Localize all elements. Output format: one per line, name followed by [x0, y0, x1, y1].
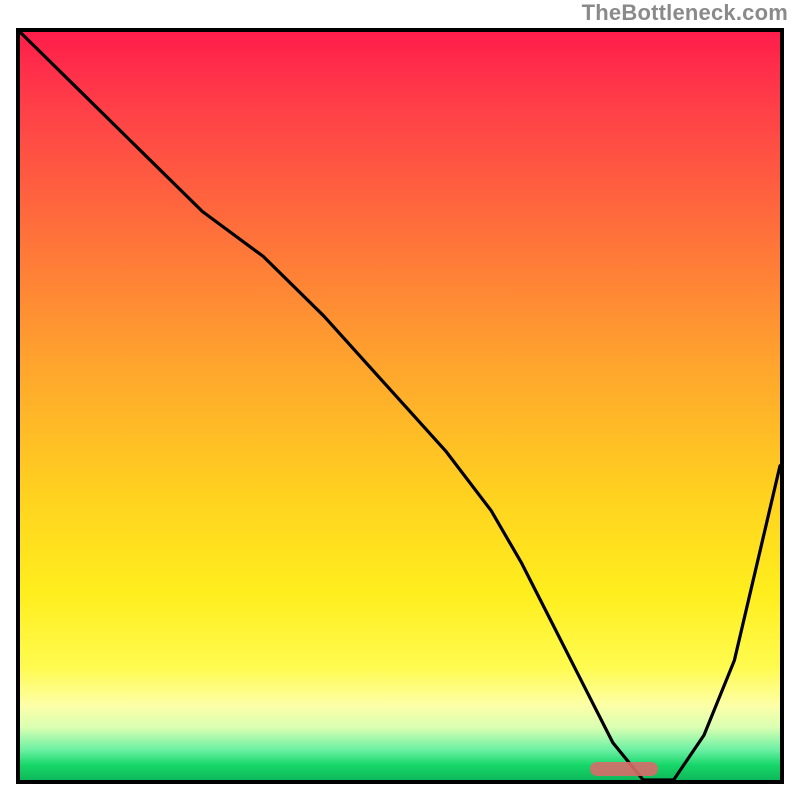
plot-frame	[16, 28, 784, 784]
bottleneck-curve	[20, 32, 780, 780]
watermark-text: TheBottleneck.com	[582, 0, 788, 26]
optimal-range-marker	[590, 762, 658, 776]
chart-container: TheBottleneck.com	[0, 0, 800, 800]
